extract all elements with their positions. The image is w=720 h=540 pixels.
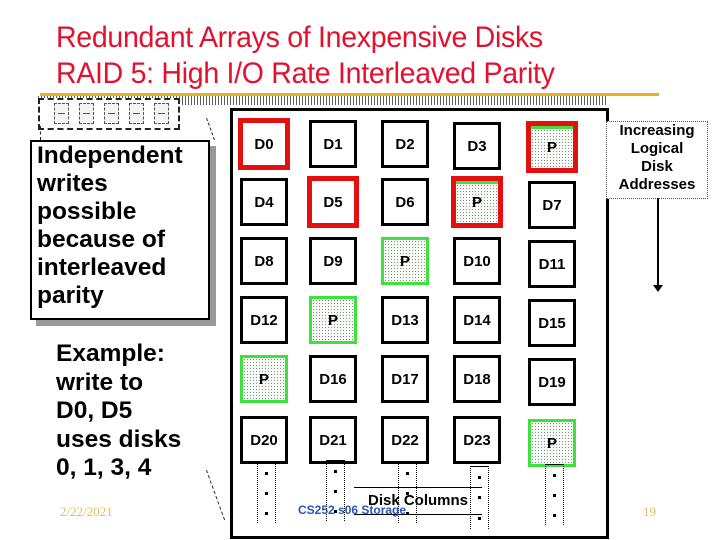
data-block-d19: D19	[528, 358, 576, 406]
addresses-line-text: Logical	[630, 140, 684, 157]
data-block-d15: D15	[528, 299, 576, 347]
data-block-d14: D14	[453, 296, 501, 344]
data-block-d12: D12	[240, 296, 288, 344]
parity-block: P	[526, 121, 578, 173]
data-block-d18: D18	[453, 355, 501, 403]
callout-leader-left	[40, 126, 41, 140]
data-block-d20: D20	[240, 416, 288, 464]
dot-icon	[334, 469, 337, 473]
data-block-d21: D21	[309, 416, 357, 464]
addresses-line-text: Increasing	[619, 122, 695, 139]
example-line-text: Example:	[56, 340, 165, 367]
example-text: Example: write to D0, D5 uses disks 0, 1, 3,…	[56, 340, 181, 483]
disk-icon-bar	[38, 98, 180, 130]
data-block-d10: D10	[453, 237, 501, 285]
increasing-addresses-label: Increasing Logical Disk Addresses	[606, 121, 708, 199]
dot-icon	[553, 473, 556, 477]
data-block-d23: D23	[453, 416, 501, 464]
down-arrow-icon	[653, 198, 663, 292]
callout-leader-bottom	[205, 470, 226, 520]
slide-title: Redundant Arrays of Inexpensive Disks RA…	[56, 20, 555, 92]
continuation-dots-icon	[545, 464, 564, 525]
page-number: 19	[643, 504, 656, 519]
callout-leader-right	[205, 118, 216, 140]
data-block-d6: D6	[381, 178, 429, 226]
dot-icon	[265, 471, 268, 475]
callout-line-text: possible	[37, 198, 137, 225]
dot-icon	[265, 511, 268, 515]
example-line-text: 0, 1, 3, 4	[56, 454, 152, 481]
dot-icon	[553, 513, 556, 517]
addresses-line-text: Addresses	[618, 176, 696, 193]
disk-icon	[154, 103, 169, 124]
dot-icon	[553, 493, 556, 497]
callout-line-text: Independent	[37, 142, 183, 169]
footer-date: 2/22/2021	[60, 504, 113, 519]
data-block-d16: D16	[309, 355, 357, 403]
data-block-d22: D22	[381, 416, 429, 464]
data-block-d9: D9	[309, 237, 357, 285]
example-line-text: uses disks	[56, 425, 182, 453]
addresses-line-text: Disk	[641, 158, 673, 175]
data-block-d4: D4	[240, 178, 288, 226]
disk-icon	[54, 103, 69, 124]
title-line-2: RAID 5: High I/O Rate Interleaved Parity	[56, 57, 555, 90]
data-block-d1: D1	[309, 120, 357, 168]
independent-writes-callout: Independent writes possible because of inter…	[30, 140, 210, 320]
example-line-text: D0, D5	[56, 397, 133, 424]
data-block-d8: D8	[240, 237, 288, 285]
data-block-d13: D13	[381, 296, 429, 344]
dot-icon	[478, 517, 481, 521]
data-block-d7: D7	[528, 181, 576, 229]
callout-line-text: interleaved	[37, 254, 167, 281]
dot-icon	[334, 489, 337, 493]
callout-line-text: because of	[37, 226, 165, 253]
parity-block: P	[381, 237, 429, 285]
data-block-d17: D17	[381, 355, 429, 403]
callout-line-text: writes	[37, 170, 108, 197]
dot-icon	[265, 491, 268, 495]
example-line-text: write to	[56, 368, 144, 396]
footer-course: CS252 s06 Storage	[298, 503, 407, 517]
data-block-d5: D5	[307, 176, 359, 228]
disk-icon	[104, 103, 119, 124]
parity-block: P	[309, 296, 357, 344]
continuation-dots-icon	[257, 462, 276, 523]
parity-block: P	[240, 355, 288, 403]
disk-icon	[79, 103, 94, 124]
data-block-d11: D11	[528, 240, 576, 288]
data-block-d0: D0	[238, 118, 290, 170]
data-block-d2: D2	[381, 120, 429, 168]
dot-icon	[406, 471, 409, 475]
disk-icon	[129, 103, 144, 124]
parity-block: P	[528, 419, 576, 467]
dot-icon	[478, 475, 481, 479]
parity-block: P	[451, 176, 503, 228]
data-block-d3: D3	[453, 122, 501, 170]
title-line-1: Redundant Arrays of Inexpensive Disks	[56, 21, 543, 54]
callout-line-text: parity	[37, 282, 104, 309]
